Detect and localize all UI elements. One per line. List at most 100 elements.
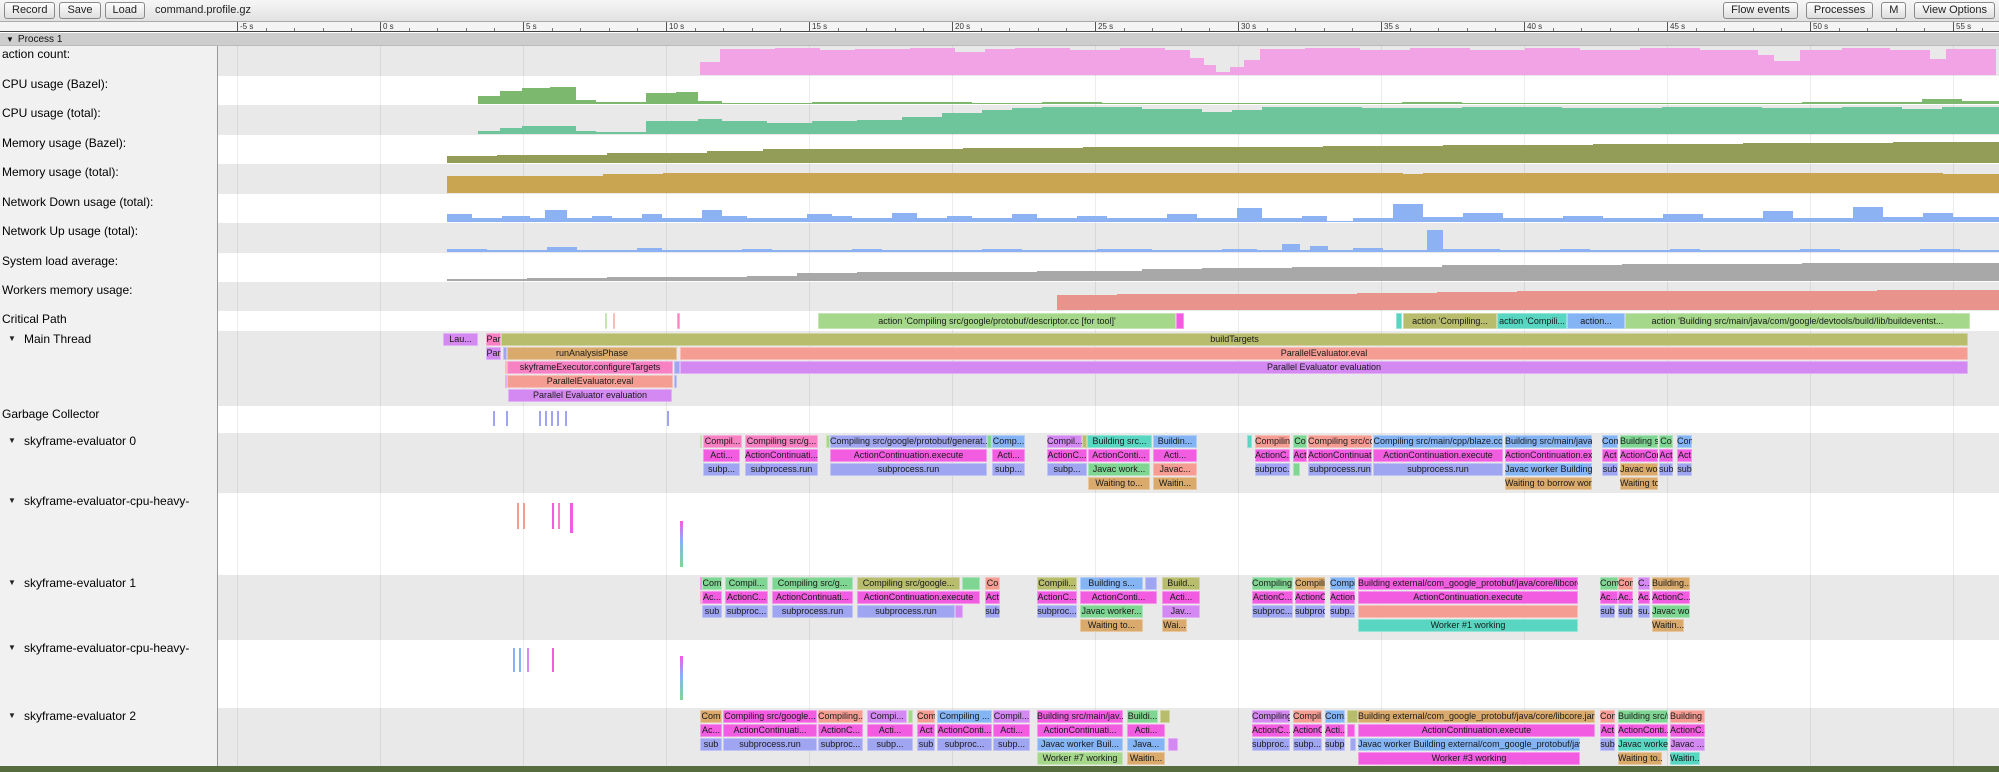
trace-block[interactable]: Compil... xyxy=(993,710,1030,723)
trace-block[interactable] xyxy=(1247,435,1252,448)
event-tick[interactable] xyxy=(493,411,495,426)
event-tick[interactable] xyxy=(517,503,519,529)
event-tick[interactable] xyxy=(565,411,567,426)
trace-block[interactable]: subprocess.run xyxy=(1373,463,1503,476)
trace-block[interactable]: sub xyxy=(917,738,935,751)
trace-block[interactable]: subprocess.run xyxy=(1308,463,1372,476)
trace-block[interactable]: action 'Compili... xyxy=(1497,313,1567,329)
trace-block[interactable] xyxy=(1160,710,1170,723)
trace-block[interactable]: Building src/ma... xyxy=(1618,710,1668,723)
trace-block[interactable]: Waitin... xyxy=(1153,477,1197,490)
trace-block[interactable]: Ac... xyxy=(1600,591,1618,604)
trace-block[interactable]: sub xyxy=(702,605,722,618)
trace-block[interactable]: Waiting to... xyxy=(1080,619,1143,632)
trace-block[interactable]: Compiling src/g... xyxy=(745,435,818,448)
trace-block[interactable] xyxy=(1176,313,1184,329)
trace-block[interactable]: Comp... xyxy=(992,435,1025,448)
trace-block[interactable]: Act xyxy=(1659,449,1673,462)
trace-block[interactable]: subprocess.run xyxy=(723,738,817,751)
trace-block[interactable]: subp... xyxy=(1325,738,1345,751)
trace-block[interactable]: Par xyxy=(486,333,501,346)
trace-block[interactable]: ActionContinuation.execute xyxy=(1505,449,1592,462)
trace-block[interactable]: subproc... xyxy=(1255,463,1290,476)
trace-block[interactable]: subp... xyxy=(867,738,913,751)
trace-block[interactable]: Acti... xyxy=(1153,449,1197,462)
trace-block[interactable]: subprocess.run xyxy=(745,463,818,476)
trace-block[interactable]: ActionContinuati... xyxy=(772,591,853,604)
track-label-skyframe-evaluator-1[interactable]: ▼skyframe-evaluator 1 xyxy=(0,576,216,592)
trace-block[interactable]: Acti... xyxy=(1162,591,1200,604)
trace-block[interactable]: Compiling src/google... xyxy=(723,710,817,723)
event-tick[interactable] xyxy=(557,411,559,426)
trace-block[interactable]: ActionConti... xyxy=(1088,449,1150,462)
trace-block[interactable]: Waiting to borrow worker xyxy=(1505,477,1592,490)
trace-block[interactable]: Waitin... xyxy=(1652,619,1684,632)
trace-block[interactable]: subproc... xyxy=(1295,605,1325,618)
trace-block[interactable]: sub xyxy=(1677,463,1692,476)
trace-block[interactable]: Compiling... xyxy=(1252,710,1290,723)
trace-block[interactable]: ActionC... xyxy=(1330,591,1355,604)
trace-block[interactable]: ActionContinuati... xyxy=(745,449,818,462)
trace-block[interactable]: subprocess.run xyxy=(857,605,955,618)
trace-block[interactable]: action 'Compiling src/google/protobuf/de… xyxy=(818,313,1176,329)
event-tick[interactable] xyxy=(680,656,683,700)
event-tick[interactable] xyxy=(551,411,553,426)
trace-block[interactable]: buildTargets xyxy=(501,333,1968,346)
trace-block[interactable]: Ac... xyxy=(700,724,722,737)
trace-block[interactable]: Compil... xyxy=(1293,710,1322,723)
trace-block[interactable]: action... xyxy=(1567,313,1625,329)
trace-block[interactable]: ActionContinuati... xyxy=(1037,724,1123,737)
trace-block[interactable]: action 'Compiling... xyxy=(1403,313,1497,329)
trace-block[interactable]: Building src... xyxy=(1087,435,1152,448)
trace-block[interactable]: Compiling src/core/... xyxy=(1308,435,1372,448)
trace-block[interactable] xyxy=(613,313,615,329)
trace-block[interactable]: Act xyxy=(1293,449,1307,462)
trace-block[interactable]: Worker #1 working xyxy=(1358,619,1578,632)
trace-block[interactable]: Building src... xyxy=(1620,435,1658,448)
trace-block[interactable]: sub xyxy=(700,738,722,751)
trace-block[interactable]: Compilin... xyxy=(1255,435,1290,448)
event-tick[interactable] xyxy=(506,411,508,426)
trace-block[interactable]: Acti... xyxy=(993,724,1030,737)
event-tick[interactable] xyxy=(527,648,529,672)
trace-block[interactable]: subproc... xyxy=(1037,605,1077,618)
trace-block[interactable]: Jav... xyxy=(1162,605,1200,618)
event-tick[interactable] xyxy=(552,503,554,529)
trace-block[interactable]: Javac worker Building external/com_googl… xyxy=(1358,738,1580,751)
trace-block[interactable]: Waiting to... xyxy=(1620,477,1658,490)
trace-block[interactable]: Building ... xyxy=(1670,710,1705,723)
trace-block[interactable]: ActionContinuati... xyxy=(1308,449,1372,462)
trace-block[interactable]: ActionC... xyxy=(1047,449,1087,462)
trace-block[interactable]: action 'Building src/main/java/com/googl… xyxy=(1625,313,1970,329)
track-label-main-thread[interactable]: ▼Main Thread xyxy=(0,332,216,348)
trace-block[interactable]: Building external/com_google_protobuf/ja… xyxy=(1358,710,1595,723)
trace-block[interactable]: Build... xyxy=(1162,577,1200,590)
trace-block[interactable]: sub xyxy=(1600,738,1615,751)
trace-block[interactable]: Javac worker... xyxy=(1618,738,1668,751)
trace-block[interactable]: Compi... xyxy=(867,710,907,723)
trace-block[interactable]: Acti... xyxy=(992,449,1025,462)
trace-block[interactable] xyxy=(1350,738,1356,751)
timeline-ruler[interactable]: -5 s0 s5 s10 s15 s20 s25 s30 s35 s40 s45… xyxy=(0,22,1999,32)
trace-block[interactable]: ActionConti... xyxy=(937,724,992,737)
trace-block[interactable]: Waiting to... xyxy=(1618,752,1662,765)
trace-block[interactable]: Javac worker Buil... xyxy=(1037,738,1123,751)
trace-block[interactable]: Javac wo... xyxy=(1652,605,1690,618)
trace-block[interactable]: Compil... xyxy=(1330,577,1355,590)
trace-block[interactable]: ActionContinuation.execute xyxy=(1358,591,1578,604)
trace-block[interactable]: Co xyxy=(985,577,1000,590)
trace-block[interactable]: ActionConti... xyxy=(1618,724,1668,737)
trace-block[interactable]: ActionC... xyxy=(818,724,863,737)
trace-block[interactable]: sub xyxy=(985,605,1000,618)
trace-block[interactable]: subp... xyxy=(1330,605,1355,618)
trace-block[interactable]: Compiling ... xyxy=(937,710,992,723)
trace-block[interactable]: runAnalysisPhase xyxy=(507,347,677,360)
trace-block[interactable]: subp... xyxy=(1047,463,1087,476)
trace-block[interactable]: Parallel Evaluator evaluation xyxy=(508,389,672,402)
trace-block[interactable]: subprocess.run xyxy=(830,463,987,476)
trace-block[interactable]: Ac... xyxy=(702,591,722,604)
track-label-skyframe-evaluator-0[interactable]: ▼skyframe-evaluator 0 xyxy=(0,434,216,450)
trace-block[interactable]: Com xyxy=(700,710,722,723)
trace-block[interactable] xyxy=(1347,724,1355,737)
trace-block[interactable]: Compil... xyxy=(703,435,742,448)
